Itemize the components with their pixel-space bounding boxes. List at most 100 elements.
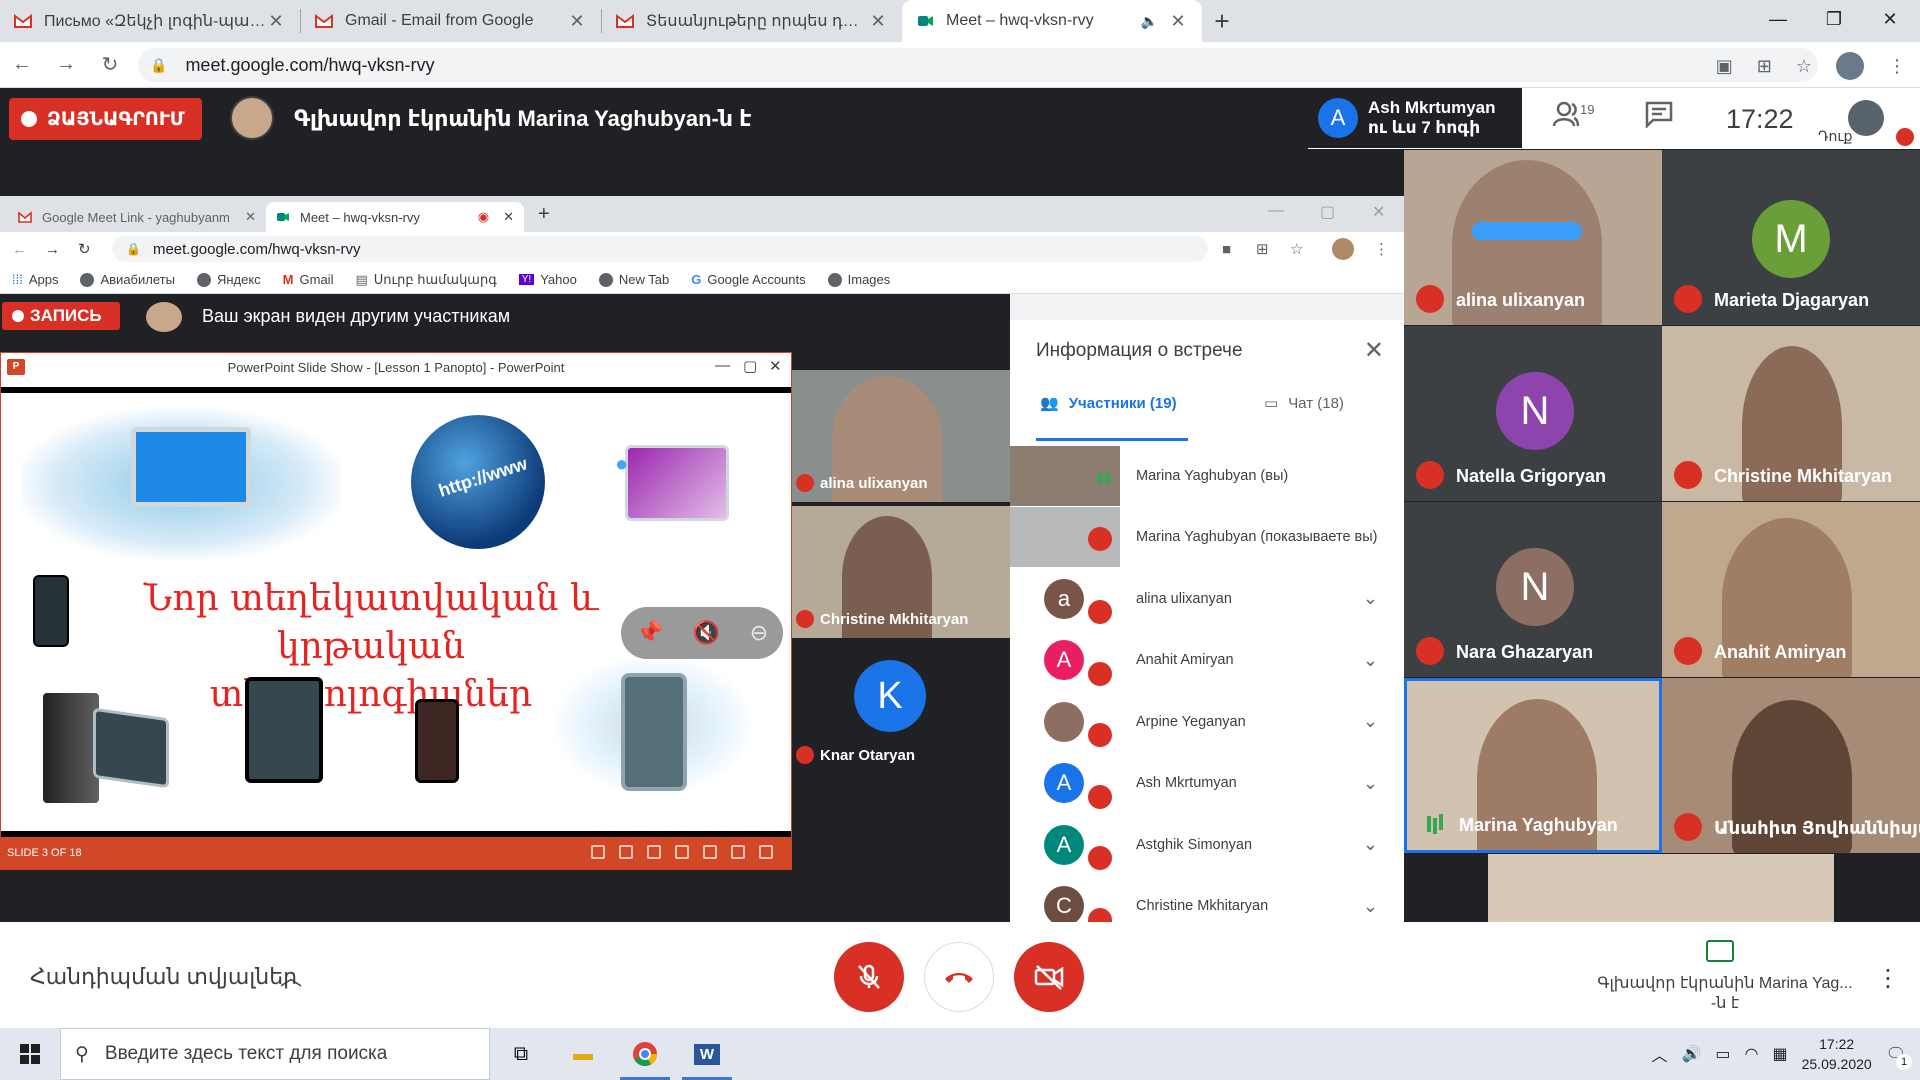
- participant-row[interactable]: Arpine Yeganyan ⌄: [1010, 691, 1404, 753]
- gallery-tile[interactable]: M Marieta Djagaryan: [1662, 150, 1920, 325]
- camera-blocked-icon[interactable]: ▣: [1716, 56, 1733, 77]
- gallery-tile[interactable]: Anahit Amiryan: [1662, 502, 1920, 677]
- new-tab-button[interactable]: +: [538, 203, 550, 226]
- bookmark-item[interactable]: G Google Accounts: [691, 272, 805, 287]
- present-status[interactable]: Գլխավոր էկրանին Marina Yag... -ն է: [1590, 974, 1860, 1014]
- volume-icon[interactable]: 🔊: [1681, 1044, 1701, 1064]
- gallery-tile[interactable]: Christine Mkhitaryan: [1662, 326, 1920, 501]
- tab-chat[interactable]: ▭ Чат (18): [1264, 394, 1344, 413]
- browser-tab[interactable]: Gmail - Email from Google ✕: [301, 0, 601, 42]
- tray-chevron-icon[interactable]: ︿: [1651, 1042, 1667, 1066]
- view-reading-icon[interactable]: [731, 845, 745, 859]
- windows-start-button[interactable]: [0, 1028, 60, 1080]
- forward-icon[interactable]: →: [45, 241, 60, 258]
- close-icon[interactable]: ✕: [1364, 336, 1384, 365]
- participant-row[interactable]: A Ash Mkrtumyan ⌄: [1010, 753, 1404, 815]
- mute-icon[interactable]: 🔇: [693, 620, 720, 646]
- taskbar-clock[interactable]: 17:22 25.09.2020: [1802, 1034, 1872, 1074]
- gallery-tile-partial[interactable]: [1488, 854, 1834, 922]
- inner-tab-active[interactable]: Meet – hwq-vksn-rvy ◉ ✕: [266, 202, 524, 232]
- meeting-details-button[interactable]: Հանդիպման տվյալներ: [30, 964, 297, 990]
- speaker-icon[interactable]: 🔈: [1141, 13, 1158, 30]
- bookmark-apps[interactable]: ⁞⁞⁞ Apps: [12, 272, 58, 287]
- window-close-icon[interactable]: ✕: [1864, 0, 1916, 38]
- chevron-down-icon[interactable]: ⌄: [1363, 834, 1378, 855]
- close-icon[interactable]: ✕: [567, 11, 587, 32]
- bookmark-item[interactable]: New Tab: [598, 272, 669, 287]
- bookmark-item[interactable]: Авиабилеты: [80, 272, 175, 287]
- view-sorter-icon[interactable]: [703, 845, 717, 859]
- participant-row[interactable]: A Astghik Simonyan ⌄: [1010, 814, 1404, 876]
- gallery-tile[interactable]: alina ulixanyan: [1404, 150, 1662, 325]
- close-icon[interactable]: ✕: [769, 357, 782, 375]
- task-view-button[interactable]: ⧉: [490, 1028, 552, 1080]
- pin-icon[interactable]: 📌: [636, 620, 663, 646]
- participant-row[interactable]: C Christine Mkhitaryan ⌄: [1010, 876, 1404, 922]
- tab-participants[interactable]: 👥 Участники (19): [1040, 394, 1177, 413]
- bookmark-star-icon[interactable]: ☆: [1796, 56, 1812, 77]
- close-icon[interactable]: ✕: [1168, 11, 1188, 32]
- wifi-icon[interactable]: ◠: [1745, 1044, 1759, 1064]
- close-icon[interactable]: ✕: [266, 11, 286, 32]
- bookmark-item[interactable]: Images: [827, 272, 890, 287]
- chevron-down-icon[interactable]: ⌄: [1363, 773, 1378, 794]
- participant-row[interactable]: ▮▮ Marina Yaghubyan (вы): [1010, 445, 1404, 507]
- browser-tab[interactable]: Տեսանյութերը որպես դասանյութ ✕: [602, 0, 902, 42]
- minimize-icon[interactable]: —: [715, 357, 730, 374]
- file-explorer-button[interactable]: ▬: [552, 1028, 614, 1080]
- reload-icon[interactable]: ↻: [78, 240, 91, 258]
- leave-call-button[interactable]: [924, 942, 994, 1012]
- minimize-icon[interactable]: —: [1268, 202, 1284, 220]
- present-screen-icon[interactable]: [1706, 940, 1734, 962]
- chrome-taskbar-button[interactable]: [614, 1028, 676, 1080]
- chat-icon[interactable]: [1644, 100, 1674, 135]
- view-slideshow-icon[interactable]: [759, 845, 773, 859]
- back-icon[interactable]: ←: [12, 241, 27, 258]
- my-avatar[interactable]: [1848, 100, 1884, 136]
- profile-avatar[interactable]: [1836, 52, 1864, 80]
- restore-icon[interactable]: ❐: [1808, 0, 1860, 38]
- view-notes-icon[interactable]: [619, 845, 633, 859]
- menu-kebab-icon[interactable]: ⋮: [1888, 56, 1906, 77]
- gallery-tile-speaking[interactable]: Marina Yaghubyan: [1404, 678, 1662, 853]
- bookmark-item[interactable]: Яндекс: [196, 272, 261, 287]
- window-close-icon[interactable]: ✕: [1372, 202, 1385, 222]
- recording-indicator[interactable]: ՁԱՅՆԱԳՐՈՒՄ: [9, 98, 202, 140]
- back-icon[interactable]: ←: [0, 53, 44, 76]
- reload-icon[interactable]: ↻: [88, 52, 132, 77]
- forward-icon[interactable]: →: [44, 53, 88, 76]
- view-outline-icon[interactable]: [675, 845, 689, 859]
- translate-icon[interactable]: ⊞: [1256, 240, 1269, 258]
- chevron-down-icon[interactable]: ⌄: [1363, 896, 1378, 917]
- maximize-icon[interactable]: ▢: [1320, 202, 1335, 222]
- battery-icon[interactable]: ▭: [1715, 1044, 1730, 1064]
- close-icon[interactable]: ✕: [503, 209, 514, 225]
- browser-tab-active[interactable]: Meet – hwq-vksn-rvy 🔈 ✕: [902, 0, 1202, 42]
- camera-icon[interactable]: ■: [1222, 241, 1231, 258]
- chevron-down-icon[interactable]: ⌄: [1363, 711, 1378, 732]
- close-icon[interactable]: ✕: [245, 209, 256, 225]
- gallery-tile[interactable]: N Nara Ghazaryan: [1404, 502, 1662, 677]
- inner-address-bar[interactable]: 🔒 meet.google.com/hwq-vksn-rvy: [112, 236, 1208, 262]
- chevron-down-icon[interactable]: ⌄: [1363, 650, 1378, 671]
- browser-tab[interactable]: Письмо «Զեկչի լոգին-պաrոլը ✕: [0, 0, 300, 42]
- close-icon[interactable]: ✕: [868, 11, 888, 32]
- address-bar[interactable]: 🔒 meet.google.com/hwq-vksn-rvy: [138, 48, 1818, 82]
- language-flag-icon[interactable]: ▦: [1772, 1044, 1787, 1064]
- bookmark-star-icon[interactable]: ☆: [1290, 240, 1303, 258]
- new-tab-button[interactable]: +: [1202, 0, 1242, 42]
- maximize-icon[interactable]: ▢: [743, 357, 757, 375]
- minus-icon[interactable]: ⊖: [750, 620, 768, 646]
- bookmark-item[interactable]: M Gmail: [283, 272, 334, 287]
- view-normal-icon[interactable]: [591, 845, 605, 859]
- chevron-down-icon[interactable]: ⌄: [1363, 588, 1378, 609]
- chevron-up-icon[interactable]: ︿: [280, 960, 302, 992]
- profile-avatar[interactable]: [1332, 238, 1354, 260]
- participant-row[interactable]: A Anahit Amiryan ⌄: [1010, 630, 1404, 692]
- more-options-icon[interactable]: ⋮: [1876, 964, 1900, 993]
- taskbar-search-box[interactable]: ⚲ Введите здесь текст для поиска: [60, 1028, 490, 1080]
- word-taskbar-button[interactable]: W: [676, 1028, 738, 1080]
- bookmark-item[interactable]: ▤ Սուրբ համակարգ: [355, 272, 496, 288]
- inner-tab[interactable]: Google Meet Link - yaghubyanm ✕: [8, 202, 266, 232]
- minimize-icon[interactable]: —: [1752, 0, 1804, 38]
